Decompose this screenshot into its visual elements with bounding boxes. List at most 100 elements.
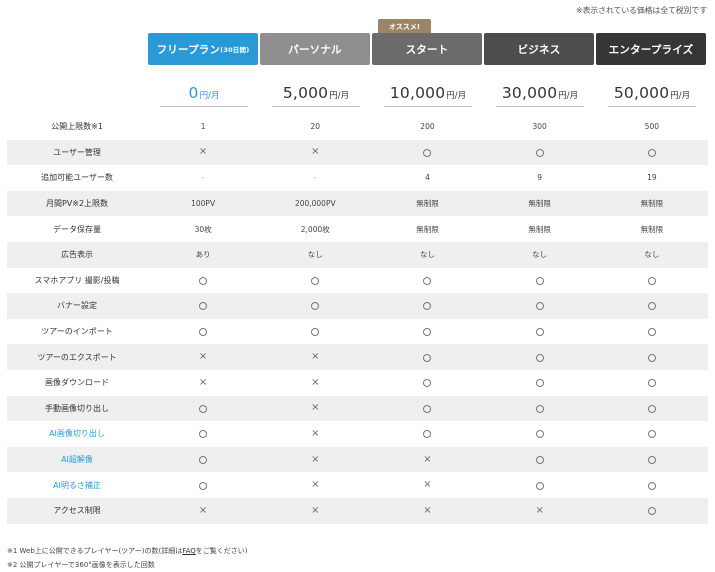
available-icon [147,429,259,439]
plan-name: スタート [405,43,449,56]
unavailable-icon: × [371,504,483,516]
price-unit: 円/月 [199,91,220,101]
row-label[interactable]: AI超解像 [7,454,147,465]
price-value: 0 [188,84,199,102]
circle-icon [199,302,208,311]
available-icon [596,455,708,465]
available-icon [147,455,259,465]
table-cell: 無制限 [416,224,439,234]
table-cell: 無制限 [416,199,439,209]
table-cell: 無制限 [528,199,551,209]
table-row: アクセス制限 × × × × [7,497,708,524]
table-row: AI超解像 × × [7,446,708,473]
row-label: ユーザー管理 [53,147,101,157]
plan-header-4[interactable]: エンタープライズ [596,33,706,65]
circle-icon [423,379,432,388]
table-cell: 19 [647,173,657,183]
circle-icon [647,456,656,465]
circle-icon [535,379,544,388]
table-row: 月間PV※2上限数 100PV 200,000PV 無制限 無制限 無制限 [7,190,708,217]
row-label: ツアーのエクスポート [37,352,117,362]
row-label[interactable]: AI画像切り出し [7,428,147,439]
table-cell: なし [644,250,660,260]
footnote-1: ※1 Web上に公開できるプレイヤー(ツアー)の数(詳細はFAQをご覧ください) [7,544,248,558]
circle-icon [423,430,432,439]
unavailable-icon: × [484,504,596,516]
table-cell: 200 [420,122,435,132]
row-label: スマホアプリ 撮影/投稿 [34,275,120,285]
unavailable-icon: × [259,428,371,439]
cross-icon: × [423,504,432,516]
comparison-table: 公開上限数※1 1 20 200 300 500 ユーザー管理 × × 追加可能ユーザー数 - - 4 9… [7,114,708,524]
price-box: 30,000 円/月 [496,79,584,107]
table-row: ユーザー管理 × × [7,139,708,166]
cross-icon: × [423,479,432,491]
table-cell: 200,000PV [294,199,336,209]
circle-icon [535,148,544,157]
cross-icon: × [311,453,320,465]
price-value: 5,000 [282,84,329,102]
price-unit: 円/月 [670,91,691,101]
available-icon [259,301,371,311]
table-row: バナー設定 [7,293,708,319]
row-label[interactable]: AI明るさ補正 [7,480,147,491]
plan-header-2[interactable]: スタート [372,33,482,65]
available-icon [484,301,596,311]
available-icon [596,429,708,439]
circle-icon [423,328,432,337]
available-icon [484,148,596,157]
circle-icon [647,404,656,413]
circle-icon [647,276,656,285]
table-row: 追加可能ユーザー数 - - 4 9 19 [7,165,708,191]
cross-icon: × [311,479,320,491]
table-cell: 100PV [191,199,216,209]
circle-icon [535,328,544,337]
plan-header-1[interactable]: パーソナル [260,33,370,65]
available-icon [596,481,708,490]
plan-header-0[interactable]: フリープラン (30日間) [148,33,258,65]
available-icon [484,276,596,285]
row-label: 広告表示 [61,250,93,260]
price-value: 10,000 [389,84,446,102]
price-unit: 円/月 [558,91,579,101]
unavailable-icon: × [259,147,371,157]
available-icon [371,148,483,157]
available-icon [371,429,483,439]
available-icon [484,353,596,362]
table-cell: なし [419,250,435,260]
faq-link[interactable]: FAQ [182,547,196,555]
available-icon [484,481,596,490]
price-value: 50,000 [613,84,670,102]
row-label: 公開上限数※1 [51,122,103,132]
cross-icon: × [198,376,208,388]
plan-name: エンタープライズ [608,43,694,56]
circle-icon [647,148,656,157]
unavailable-icon: × [147,352,259,362]
plan-header-3[interactable]: ビジネス [484,33,594,65]
circle-icon [199,276,208,285]
row-label: データ保存量 [53,224,101,234]
circle-icon [311,276,320,285]
cross-icon: × [311,376,320,388]
cross-icon: × [535,504,544,516]
available-icon [596,353,708,362]
circle-icon [647,481,656,490]
price-unit: 円/月 [446,91,467,101]
circle-icon [535,353,544,362]
circle-icon [647,302,656,311]
price-value: 30,000 [501,84,558,102]
available-icon [147,276,259,285]
row-label: 追加可能ユーザー数 [41,173,113,183]
available-icon [596,506,708,516]
footnotes: ※1 Web上に公開できるプレイヤー(ツアー)の数(詳細はFAQをご覧ください)… [7,544,248,572]
available-icon [484,455,596,465]
available-icon [371,327,483,337]
plan-sub: (30日間) [220,46,250,54]
circle-icon [647,379,656,388]
available-icon [484,327,596,337]
circle-icon [535,456,544,465]
cross-icon: × [198,146,208,158]
cross-icon: × [198,504,208,516]
circle-icon [199,430,208,439]
unavailable-icon: × [259,480,371,490]
